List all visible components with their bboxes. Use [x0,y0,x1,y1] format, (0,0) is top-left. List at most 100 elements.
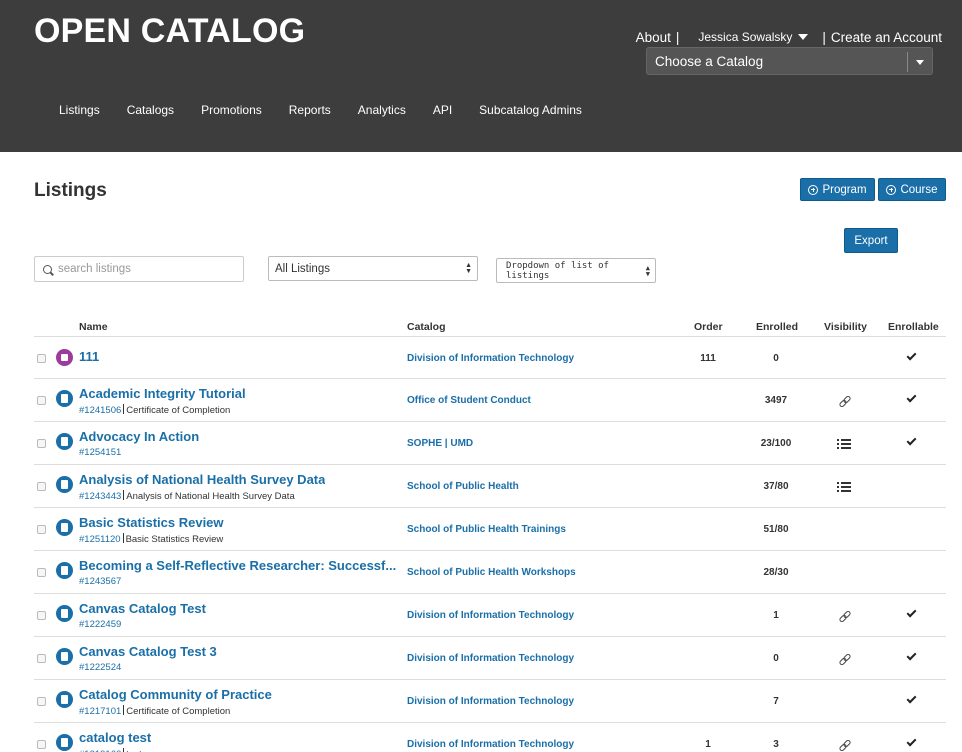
brand-logo[interactable]: OPEN CATALOG [34,12,305,51]
listing-name-link[interactable]: Canvas Catalog Test 3 [79,644,217,659]
listing-id: #1243567 [79,576,122,587]
listing-name-link[interactable]: Becoming a Self-Reflective Researcher: S… [79,558,396,573]
about-link[interactable]: About [636,30,671,45]
table-row[interactable]: Canvas Catalog Test 3 #1222524 Division of… [34,636,946,679]
link-icon [839,396,849,406]
add-course-button[interactable]: Course [878,178,946,201]
create-account-link[interactable]: Create an Account [831,30,942,45]
listing-id: #1254151 [79,447,122,458]
listing-name-link[interactable]: Academic Integrity Tutorial [79,386,246,401]
listing-subtitle: #1217101 Certificate of Completion [79,705,230,717]
column-header-visibility[interactable]: Visibility [824,321,867,333]
listing-id: #1243443 [79,491,122,502]
check-icon [906,350,917,361]
nav-subcatalog-admins[interactable]: Subcatalog Admins [479,103,582,117]
check-icon [906,392,917,403]
separator [123,490,125,500]
course-icon [56,433,73,450]
search-input[interactable] [58,263,228,275]
plus-circle-icon [886,184,897,195]
listing-catalog-link[interactable]: School of Public Health Workshops [407,567,576,578]
listing-enrolled: 28/30 [763,567,789,578]
listing-filter-value: All Listings [275,262,330,275]
column-header-enrolled[interactable]: Enrolled [756,321,798,333]
listing-name-link[interactable]: Advocacy In Action [79,429,199,444]
table-row[interactable]: Basic Statistics Review #1251120 Basic Sta… [34,507,946,550]
table-row[interactable]: catalog test #1219166test Division of Info… [34,722,946,752]
search-box [34,256,244,282]
nav-reports[interactable]: Reports [289,103,331,117]
row-checkbox[interactable] [37,697,46,706]
listing-catalog-link[interactable]: SOPHE | UMD [407,438,473,449]
listing-name-link[interactable]: catalog test [79,730,151,745]
row-checkbox[interactable] [37,396,46,405]
column-header-name[interactable]: Name [79,321,108,333]
listing-filter-select[interactable]: All Listings ▲ ▼ [268,256,478,281]
row-checkbox[interactable] [37,439,46,448]
nav-promotions[interactable]: Promotions [201,103,262,117]
row-checkbox[interactable] [37,611,46,620]
main-nav: Listings Catalogs Promotions Reports Ana… [59,103,609,117]
course-icon [56,691,73,708]
course-icon [56,605,73,622]
row-checkbox[interactable] [37,568,46,577]
row-checkbox[interactable] [37,354,46,363]
listing-subtitle: #1241506 Certificate of Completion [79,404,230,416]
updown-arrows-icon: ▲ ▼ [465,262,472,275]
nav-api[interactable]: API [433,103,452,117]
catalog-select[interactable]: Choose a Catalog [646,47,933,75]
column-header-enrollable[interactable]: Enrollable [888,321,939,333]
listing-id: #1222524 [79,662,122,673]
table-row[interactable]: Becoming a Self-Reflective Researcher: S… [34,550,946,593]
add-program-label: Program [822,183,867,196]
listing-catalog-link[interactable]: Division of Information Technology [407,696,574,707]
table-row[interactable]: Academic Integrity Tutorial #1241506 Certi… [34,378,946,421]
export-button[interactable]: Export [844,228,898,253]
course-icon [56,476,73,493]
nav-listings[interactable]: Listings [59,103,100,117]
table-row[interactable]: Canvas Catalog Test #1222459 Division of I… [34,593,946,636]
visibility-cell [834,738,854,752]
link-icon [839,654,849,664]
listing-catalog-link[interactable]: School of Public Health [407,481,519,492]
user-name: Jessica Sowalsky [698,30,793,44]
nav-catalogs[interactable]: Catalogs [127,103,174,117]
listing-subtitle: #1243443 Analysis of National Health Surv… [79,490,295,502]
row-checkbox[interactable] [37,654,46,663]
table-row[interactable]: 111 Division of Information Technology 111… [34,336,946,379]
visibility-cell [834,437,854,451]
page-title: Listings [34,180,107,201]
listing-name-link[interactable]: Canvas Catalog Test [79,601,206,616]
table-row[interactable]: Catalog Community of Practice #1217101 Cer… [34,679,946,722]
nav-analytics[interactable]: Analytics [358,103,406,117]
table-row[interactable]: Analysis of National Health Survey Data #… [34,464,946,507]
listing-dropdown-select[interactable]: Dropdown of list of listings ▲ ▼ [496,258,656,283]
column-header-order[interactable]: Order [694,321,723,333]
listing-catalog-link[interactable]: Division of Information Technology [407,610,574,621]
chevron-down-icon [916,60,924,65]
list-icon [837,438,851,450]
separator [122,533,124,543]
listing-name-link[interactable]: Catalog Community of Practice [79,687,272,702]
column-header-catalog[interactable]: Catalog [407,321,446,333]
listing-name-link[interactable]: 111 [79,349,99,364]
add-program-button[interactable]: Program [800,178,875,201]
user-menu[interactable]: Jessica Sowalsky [698,30,809,44]
listing-enrolled: 3497 [764,395,788,406]
listing-catalog-link[interactable]: Office of Student Conduct [407,395,531,406]
listing-catalog-link[interactable]: Division of Information Technology [407,739,574,750]
row-checkbox[interactable] [37,740,46,749]
row-checkbox[interactable] [37,525,46,534]
listing-catalog-link[interactable]: Division of Information Technology [407,653,574,664]
listing-dropdown-value: Dropdown of list of listings [506,260,609,281]
caret-down-icon [798,34,809,40]
row-checkbox[interactable] [37,482,46,491]
listing-catalog-link[interactable]: Division of Information Technology [407,353,574,364]
listing-name-link[interactable]: Analysis of National Health Survey Data [79,472,325,487]
table-row[interactable]: Advocacy In Action #1254151 SOPHE | UMD 23/… [34,421,946,464]
listing-enrolled: 23/100 [760,438,792,449]
course-icon [56,519,73,536]
check-icon [906,435,917,446]
listing-catalog-link[interactable]: School of Public Health Trainings [407,524,566,535]
listing-name-link[interactable]: Basic Statistics Review [79,515,224,530]
